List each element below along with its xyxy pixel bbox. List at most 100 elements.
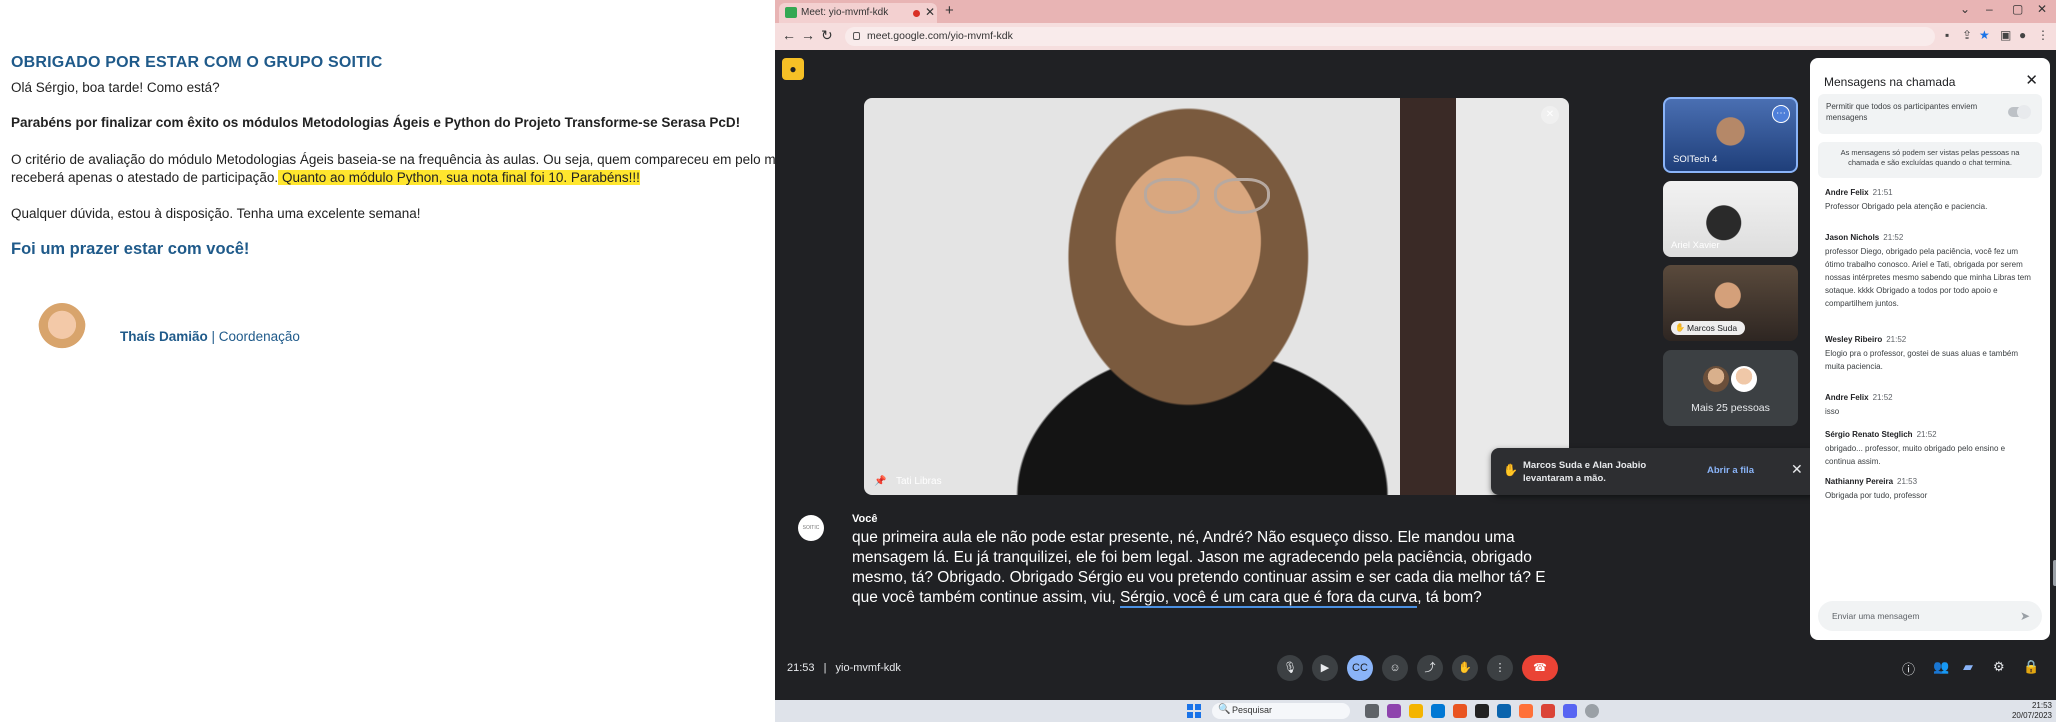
emoji-icon[interactable]: ☺ [1382, 655, 1408, 681]
url-input[interactable]: meet.google.com/yio-mvmf-kdk [845, 27, 1935, 46]
email-closing: Foi um prazer estar com você! [11, 240, 250, 258]
hand-icon: ✋ [1675, 323, 1685, 332]
chat-icon[interactable]: ▰ [1963, 659, 1973, 675]
more-people-label: Mais 25 pessoas [1691, 402, 1770, 414]
discord-icon[interactable] [1563, 704, 1577, 718]
open-queue-link[interactable]: Abrir a fila [1707, 465, 1754, 476]
people-icon[interactable]: 👥 [1933, 659, 1949, 675]
message-text: professor Diego, obrigado pela paciência… [1825, 247, 2031, 308]
message-text: obrigado... professor, muito obrigado pe… [1825, 444, 2006, 466]
meeting-code: yio-mvmf-kdk [835, 662, 901, 674]
maximize-icon[interactable]: ▢ [2012, 2, 2023, 16]
task-view-icon[interactable] [1365, 704, 1379, 718]
tab-close-icon[interactable]: ✕ [925, 5, 935, 19]
taskbar-search[interactable]: 🔍 Pesquisar [1212, 703, 1350, 719]
hand-icon: ✋ [1503, 463, 1518, 477]
signature-separator: | [207, 329, 219, 344]
caption-speaker: Você [852, 513, 878, 525]
message-text: Obrigada por tudo, professor [1825, 491, 1928, 500]
present-icon[interactable]: ⤴ [1417, 655, 1443, 681]
back-icon[interactable]: ← [782, 27, 796, 43]
email-criteria-line1: O critério de avaliação do módulo Metodo… [11, 152, 775, 167]
windows-start-icon[interactable] [1187, 704, 1201, 718]
forward-icon[interactable]: → [801, 27, 815, 43]
chat-message: Andre Felix 21:52 isso [1825, 393, 2035, 418]
new-tab-button[interactable]: + [945, 2, 954, 19]
store-icon[interactable] [1431, 704, 1445, 718]
address-bar: ← → ↻ meet.google.com/yio-mvmf-kdk ▪ ⇪ ★… [775, 23, 2056, 50]
message-time: 21:51 [1872, 188, 1893, 197]
tab-title: Meet: yio-mvmf-kdk [801, 7, 889, 18]
participant-name: SOITech 4 [1673, 154, 1718, 165]
participant-name: Ariel Xavier [1671, 240, 1720, 251]
tab-meet[interactable]: Meet: yio-mvmf-kdk ✕ [779, 3, 937, 23]
search-icon: 🔍 [1218, 704, 1231, 715]
more-icon[interactable]: ⋮ [1487, 655, 1513, 681]
chat-panel: Mensagens na chamada ✕ Permitir que todo… [1810, 58, 2050, 640]
app-icon[interactable] [1497, 704, 1511, 718]
record-icon[interactable]: ● [782, 58, 804, 80]
message-time: 21:52 [1883, 233, 1904, 242]
email-highlight: Quanto ao módulo Python, sua nota final … [278, 170, 640, 185]
more-people-tile[interactable]: Mais 25 pessoas [1663, 350, 1798, 426]
app-icon[interactable] [1585, 704, 1599, 718]
send-icon[interactable]: ➤ [2020, 609, 2030, 623]
taskbar: 🔍 Pesquisar 21:53 20/07/2023 [775, 700, 2056, 722]
participant-tile[interactable]: ⋯ SOITech 4 [1663, 97, 1798, 173]
avatar [1731, 366, 1757, 392]
tile-options-icon[interactable]: ⋯ [1772, 105, 1790, 123]
activities-icon[interactable]: ⚙ [1993, 659, 2005, 675]
bookmark-star-icon[interactable]: ★ [1979, 28, 1990, 42]
terminal-icon[interactable] [1475, 704, 1489, 718]
chrome-icon[interactable] [1541, 704, 1555, 718]
camera-icon[interactable]: ▶ [1312, 655, 1338, 681]
message-text: isso [1825, 407, 1840, 416]
chat-title: Mensagens na chamada [1824, 75, 1956, 89]
chat-input-placeholder: Enviar uma mensagem [1832, 611, 1920, 621]
message-time: 21:52 [1872, 393, 1893, 402]
caption-avatar: SOITIC [798, 515, 824, 541]
clock[interactable]: 21:53 20/07/2023 [2012, 701, 2052, 721]
signature: Thaís Damião | Coordenação [120, 329, 300, 344]
allow-messages-toggle[interactable] [2008, 105, 2031, 119]
toast-close-icon[interactable]: ✕ [1791, 461, 1803, 478]
chat-close-icon[interactable]: ✕ [2025, 71, 2038, 89]
profile-icon[interactable]: ● [2019, 28, 2026, 42]
message-author: Jason Nichols [1825, 233, 1880, 242]
host-controls-icon[interactable]: 🔒 [2023, 659, 2039, 675]
avatar [1703, 366, 1729, 392]
separator: | [823, 662, 827, 674]
camera-blocked-icon[interactable]: ▪ [1945, 28, 1949, 42]
file-explorer-icon[interactable] [1409, 704, 1423, 718]
share-icon[interactable]: ⇪ [1962, 28, 1972, 42]
message-author: Andre Felix [1825, 393, 1869, 402]
tab-bar: Meet: yio-mvmf-kdk ✕ + ⌄ – ▢ ✕ [775, 0, 2056, 23]
message-time: 21:52 [1916, 430, 1937, 439]
participant-tile[interactable]: ✋ Marcos Suda [1663, 265, 1798, 341]
participant-tile[interactable]: Ariel Xavier [1663, 181, 1798, 257]
main-participant-name: Tati Libras [896, 476, 942, 487]
captions-icon[interactable]: CC [1347, 655, 1373, 681]
hand-icon[interactable]: ✋ [1452, 655, 1478, 681]
menu-dots-icon[interactable]: ⋮ [2037, 28, 2049, 42]
info-icon[interactable]: ⓘ [1902, 659, 1915, 678]
sidebar-icon[interactable]: ▣ [2000, 28, 2011, 42]
signature-photo [38, 303, 86, 355]
pin-icon[interactable]: 📌 [874, 476, 886, 487]
browser-window: Meet: yio-mvmf-kdk ✕ + ⌄ – ▢ ✕ ← → ↻ mee… [775, 0, 2056, 722]
tab-search-icon[interactable]: ⌄ [1960, 2, 1970, 16]
chat-message: Wesley Ribeiro 21:52 Elogio pra o profess… [1825, 335, 2035, 373]
window-close-icon[interactable]: ✕ [2037, 2, 2047, 16]
end-call-icon[interactable]: ☎ [1522, 655, 1558, 681]
url-text: meet.google.com/yio-mvmf-kdk [867, 30, 1013, 42]
main-video[interactable]: ✕ 📌 Tati Libras [864, 98, 1569, 495]
reload-icon[interactable]: ↻ [821, 27, 833, 44]
message-author: Wesley Ribeiro [1825, 335, 1883, 344]
mic-icon[interactable]: 🎙 [1277, 655, 1303, 681]
minimize-icon[interactable]: – [1986, 2, 1993, 16]
app-icon[interactable] [1387, 704, 1401, 718]
app-icon[interactable] [1453, 704, 1467, 718]
email-title: OBRIGADO POR ESTAR COM O GRUPO SOITIC [11, 54, 383, 71]
firefox-icon[interactable] [1519, 704, 1533, 718]
chat-message-input[interactable]: Enviar uma mensagem ➤ [1818, 601, 2042, 631]
